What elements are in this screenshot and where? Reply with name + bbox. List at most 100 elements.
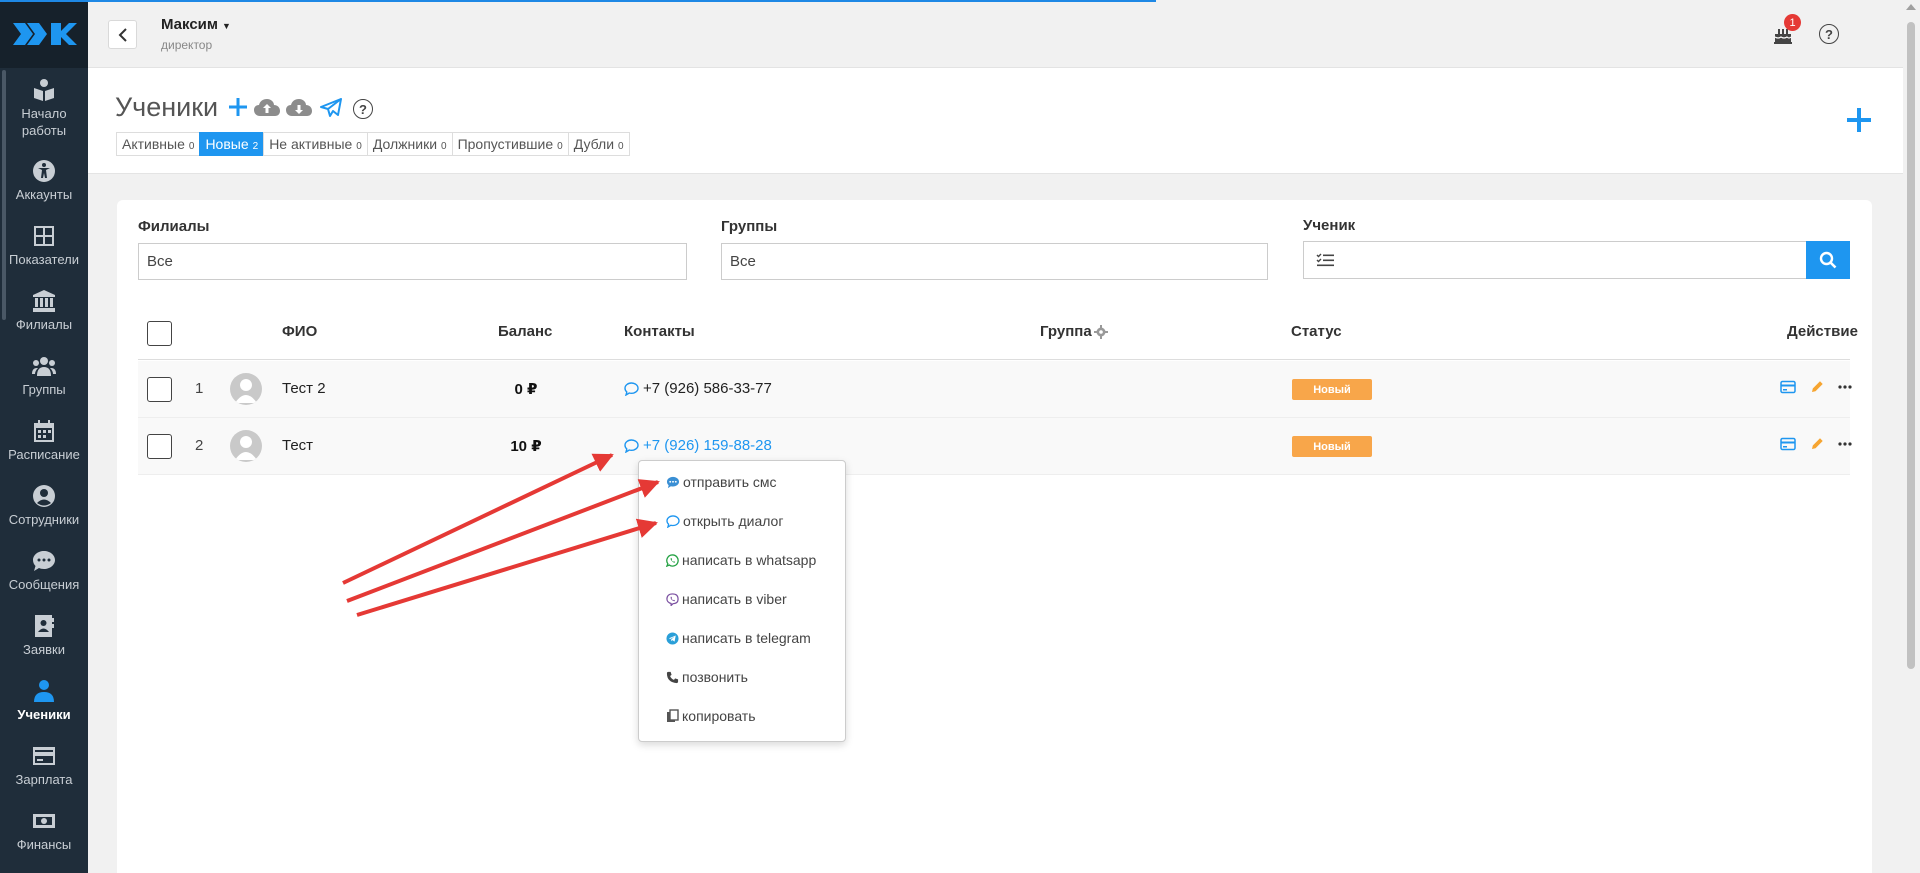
- status-badge: Новый: [1292, 436, 1372, 457]
- gear-icon[interactable]: [1093, 324, 1108, 339]
- menu-item-copy[interactable]: копировать: [666, 708, 756, 724]
- page-title: Ученики: [115, 92, 219, 122]
- menu-item-open-dialog[interactable]: открыть диалог: [666, 513, 783, 529]
- user-menu[interactable]: Максим ▼: [161, 16, 231, 33]
- column-fio[interactable]: ФИО: [282, 323, 317, 340]
- sidebar-item-messages[interactable]: Сообщения: [0, 538, 88, 603]
- sidebar-item-label: Начало работы: [21, 105, 67, 138]
- tab-duplicates[interactable]: Дубли 0: [567, 132, 630, 156]
- filter-list-button[interactable]: [1303, 241, 1346, 279]
- groups-filter-label: Группы: [721, 218, 778, 235]
- menu-item-label: открыть диалог: [683, 513, 784, 529]
- add-student-icon[interactable]: [229, 98, 247, 116]
- tab-label: Пропустившие: [457, 136, 554, 152]
- sidebar-item-label: Зарплата: [15, 771, 73, 787]
- payment-card-icon[interactable]: [1780, 437, 1796, 451]
- tab-count: 0: [557, 140, 563, 152]
- column-balance[interactable]: Баланс: [498, 323, 552, 340]
- sidebar-item-requests[interactable]: Заявки: [0, 603, 88, 668]
- tab-absent[interactable]: Пропустившие 0: [451, 132, 569, 156]
- cloud-upload-icon[interactable]: [254, 99, 280, 117]
- cloud-download-icon[interactable]: [286, 99, 312, 117]
- back-button[interactable]: [108, 20, 137, 49]
- menu-item-label: копировать: [682, 708, 756, 724]
- help-icon[interactable]: ?: [1819, 24, 1839, 44]
- scrollbar-thumb[interactable]: [1907, 22, 1915, 669]
- student-phone[interactable]: +7 (926) 586-33-77: [624, 380, 772, 397]
- student-search-input[interactable]: [1345, 241, 1808, 279]
- contact-context-menu: отправить смс открыть диалог написать в …: [638, 460, 846, 742]
- student-phone[interactable]: +7 (926) 159-88-28: [624, 437, 772, 454]
- loading-progress-bar: [0, 0, 1156, 2]
- sidebar-item-accounts[interactable]: Аккаунты: [0, 148, 88, 213]
- building-icon: [33, 289, 55, 312]
- payment-card-icon[interactable]: [1780, 380, 1796, 394]
- sidebar-item-schedule[interactable]: Расписание: [0, 408, 88, 473]
- menu-item-send-sms[interactable]: отправить смс: [666, 474, 777, 490]
- sidebar-item-label: Расписание: [8, 446, 80, 462]
- app-logo[interactable]: [0, 0, 88, 68]
- sidebar-item-label: Аккаунты: [15, 186, 73, 202]
- groups-select[interactable]: Все: [721, 243, 1268, 280]
- more-options-icon[interactable]: [1838, 442, 1852, 446]
- column-group-label: Группа: [1040, 323, 1092, 340]
- edit-pencil-icon[interactable]: [1810, 437, 1824, 451]
- sidebar-item-metrics[interactable]: Показатели: [0, 213, 88, 278]
- table-row[interactable]: 1 Тест 2 0 ₽ +7 (926) 586-33-77 Новый: [138, 361, 1852, 418]
- grid-icon: [34, 225, 54, 246]
- tab-count: 0: [188, 140, 195, 152]
- student-name[interactable]: Тест 2: [282, 380, 326, 397]
- notification-badge: 1: [1784, 14, 1801, 31]
- more-options-icon[interactable]: [1838, 385, 1852, 389]
- row-checkbox[interactable]: [147, 434, 172, 459]
- sidebar-item-finance[interactable]: Финансы: [0, 798, 88, 863]
- add-button[interactable]: [1847, 108, 1871, 132]
- users-icon: [32, 356, 56, 376]
- page-scrollbar[interactable]: [1903, 0, 1920, 873]
- student-name[interactable]: Тест: [282, 437, 313, 454]
- sidebar-item-students[interactable]: Ученики: [0, 668, 88, 733]
- sidebar-item-salary[interactable]: Зарплата: [0, 733, 88, 798]
- students-card: Филиалы Все Группы Все Ученик ФИО Баланс…: [117, 200, 1872, 873]
- column-action: Действие: [1787, 323, 1858, 340]
- row-checkbox[interactable]: [147, 377, 172, 402]
- tab-label: Дубли: [573, 136, 615, 152]
- sidebar-item-branches[interactable]: Филиалы: [0, 278, 88, 343]
- sidebar-item-staff[interactable]: Сотрудники: [0, 473, 88, 538]
- edit-pencil-icon[interactable]: [1810, 380, 1824, 394]
- row-number: 2: [195, 437, 204, 454]
- tab-active[interactable]: Активные 0: [116, 132, 201, 156]
- sidebar: Начало работы Аккаунты Показатели Филиал…: [0, 0, 88, 873]
- help-icon[interactable]: ?: [353, 99, 373, 119]
- comment-outline-icon: [624, 381, 639, 396]
- sms-icon: [666, 476, 680, 488]
- tab-inactive[interactable]: Не активные 0: [263, 132, 368, 156]
- comment-outline-icon: [624, 438, 639, 453]
- sidebar-item-groups[interactable]: Группы: [0, 343, 88, 408]
- sidebar-item-label: Группы: [22, 381, 66, 397]
- user-name: Максим: [161, 16, 218, 33]
- menu-item-whatsapp[interactable]: написать в whatsapp: [666, 552, 816, 568]
- menu-item-call[interactable]: позвонить: [666, 669, 748, 685]
- avatar: [230, 373, 262, 405]
- tab-new[interactable]: Новые 2: [199, 132, 265, 156]
- menu-item-viber[interactable]: написать в viber: [666, 591, 787, 607]
- telegram-send-icon[interactable]: [320, 98, 342, 118]
- tab-count: 0: [356, 140, 362, 152]
- sidebar-item-start[interactable]: Начало работы: [0, 68, 88, 148]
- table-header: ФИО Баланс Контакты Группа Статус Действ…: [138, 308, 1858, 360]
- tab-label: Активные: [122, 136, 185, 152]
- branches-select[interactable]: Все: [138, 243, 687, 280]
- sidebar-scrollbar[interactable]: [2, 70, 6, 320]
- search-button[interactable]: [1806, 241, 1850, 279]
- sidebar-item-label: Сотрудники: [8, 511, 80, 527]
- sidebar-item-label: Сообщения: [8, 576, 80, 592]
- row-number: 1: [195, 380, 204, 397]
- tab-debtors[interactable]: Должники 0: [366, 132, 453, 156]
- select-all-checkbox[interactable]: [147, 321, 172, 346]
- table-row[interactable]: 2 Тест 10 ₽ +7 (926) 159-88-28 Новый: [138, 418, 1852, 475]
- caret-down-icon: ▼: [222, 21, 231, 31]
- scroll-up-arrow-icon[interactable]: [1906, 4, 1916, 10]
- menu-item-telegram[interactable]: написать в telegram: [666, 630, 811, 646]
- sidebar-item-label: Показатели: [9, 251, 79, 267]
